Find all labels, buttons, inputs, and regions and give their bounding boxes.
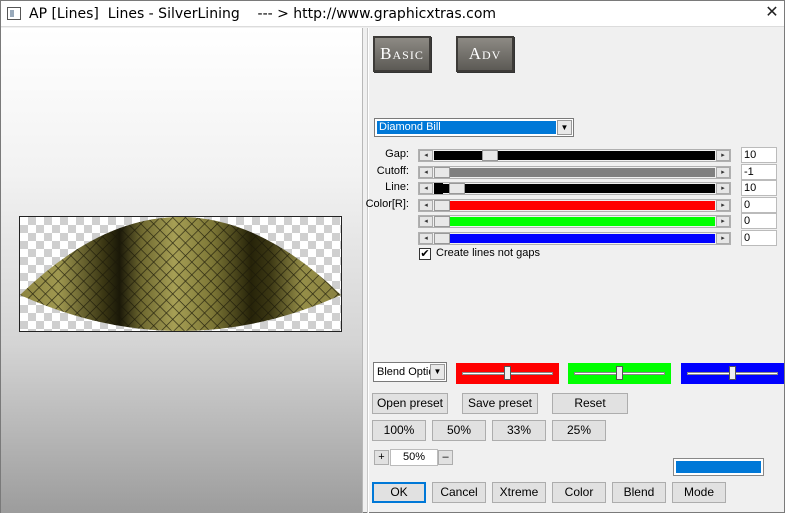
adv-mode-button[interactable]: Adv [456, 36, 514, 72]
gap-slider[interactable]: ◂ ▸ [418, 149, 731, 162]
zoom-50-button[interactable]: 50% [432, 420, 486, 441]
slider-fill [434, 151, 715, 160]
open-preset-button[interactable]: Open preset [372, 393, 448, 414]
slider-thumb[interactable] [434, 216, 450, 227]
arrow-right-icon[interactable]: ▸ [716, 150, 730, 161]
chevron-down-icon[interactable]: ▼ [557, 120, 572, 135]
lens-shape-preview [20, 217, 341, 331]
panel-divider [367, 28, 369, 513]
zoom-25-button[interactable]: 25% [552, 420, 606, 441]
save-preset-button[interactable]: Save preset [462, 393, 538, 414]
slider-thumb[interactable] [434, 233, 450, 244]
cancel-button[interactable]: Cancel [432, 482, 486, 503]
title-bar[interactable]: AP [Lines] Lines - SilverLining --- > ht… [1, 1, 784, 27]
color-b-value-field[interactable]: 0 [741, 230, 777, 246]
zoom-level-field[interactable]: 50% [390, 449, 438, 466]
create-lines-label: Create lines not gaps [436, 247, 540, 259]
line-label: Line: [385, 181, 409, 193]
zoom-out-button[interactable]: – [438, 450, 453, 465]
slider-knob[interactable] [616, 366, 623, 380]
app-icon [7, 7, 21, 20]
reset-button[interactable]: Reset [552, 393, 628, 414]
arrow-left-icon[interactable]: ◂ [419, 183, 433, 194]
color-swatch[interactable] [673, 458, 764, 476]
slider-thumb[interactable] [434, 167, 450, 178]
cutoff-label: Cutoff: [376, 165, 409, 177]
color-b-slider[interactable]: ◂ ▸ [418, 232, 731, 245]
blend-options-value: Blend Optio [377, 366, 435, 378]
green-channel-slider[interactable] [568, 363, 671, 384]
close-icon[interactable]: ✕ [762, 3, 782, 23]
color-button[interactable]: Color [552, 482, 606, 503]
slider-fill [434, 184, 715, 193]
slider-thumb[interactable] [482, 150, 498, 161]
line-slider[interactable]: ◂ ▸ [418, 182, 731, 195]
slider-knob[interactable] [729, 366, 736, 380]
preview-panel [1, 28, 363, 513]
gap-value-field[interactable]: 10 [741, 147, 777, 163]
slider-knob[interactable] [504, 366, 511, 380]
slider-thumb[interactable] [434, 200, 450, 211]
xtreme-button[interactable]: Xtreme [492, 482, 546, 503]
slider-fill [434, 201, 715, 210]
zoom-in-button[interactable]: + [374, 450, 389, 465]
arrow-right-icon[interactable]: ▸ [716, 216, 730, 227]
blue-channel-slider[interactable] [681, 363, 784, 384]
cutoff-slider[interactable]: ◂ ▸ [418, 166, 731, 179]
ok-button[interactable]: OK [372, 482, 426, 503]
color-r-value-field[interactable]: 0 [741, 197, 777, 213]
preview-image[interactable] [19, 216, 342, 332]
line-value-field[interactable]: 10 [741, 180, 777, 196]
arrow-left-icon[interactable]: ◂ [419, 150, 433, 161]
color-r-slider[interactable]: ◂ ▸ [418, 199, 731, 212]
arrow-left-icon[interactable]: ◂ [419, 233, 433, 244]
color-r-label: Color[R]: [365, 198, 409, 210]
blend-options-select[interactable]: Blend Optio ▼ [373, 362, 447, 382]
color-g-value-field[interactable]: 0 [741, 213, 777, 229]
arrow-right-icon[interactable]: ▸ [716, 183, 730, 194]
zoom-100-button[interactable]: 100% [372, 420, 426, 441]
slider-fill [434, 234, 715, 243]
color-g-slider[interactable]: ◂ ▸ [418, 215, 731, 228]
chevron-down-icon[interactable]: ▼ [430, 364, 445, 380]
cutoff-value-field[interactable]: -1 [741, 164, 777, 180]
red-channel-slider[interactable] [456, 363, 559, 384]
slider-fill [434, 168, 715, 177]
slider-fill [434, 217, 715, 226]
plugin-window: AP [Lines] Lines - SilverLining --- > ht… [0, 0, 785, 513]
window-title: AP [Lines] Lines - SilverLining --- > ht… [29, 6, 497, 22]
preset-select[interactable]: Diamond Bill ▼ [374, 118, 574, 137]
create-lines-checkbox[interactable]: ✔ [419, 248, 431, 260]
arrow-left-icon[interactable]: ◂ [419, 167, 433, 178]
gap-label: Gap: [385, 148, 409, 160]
arrow-left-icon[interactable]: ◂ [419, 200, 433, 211]
preset-select-value: Diamond Bill [377, 121, 556, 134]
arrow-left-icon[interactable]: ◂ [419, 216, 433, 227]
zoom-33-button[interactable]: 33% [492, 420, 546, 441]
mode-button[interactable]: Mode [672, 482, 726, 503]
arrow-right-icon[interactable]: ▸ [716, 167, 730, 178]
arrow-right-icon[interactable]: ▸ [716, 200, 730, 211]
blend-button[interactable]: Blend [612, 482, 666, 503]
slider-thumb[interactable] [449, 183, 465, 194]
slider-segment [434, 183, 443, 194]
arrow-right-icon[interactable]: ▸ [716, 233, 730, 244]
basic-mode-button[interactable]: Basic [373, 36, 431, 72]
